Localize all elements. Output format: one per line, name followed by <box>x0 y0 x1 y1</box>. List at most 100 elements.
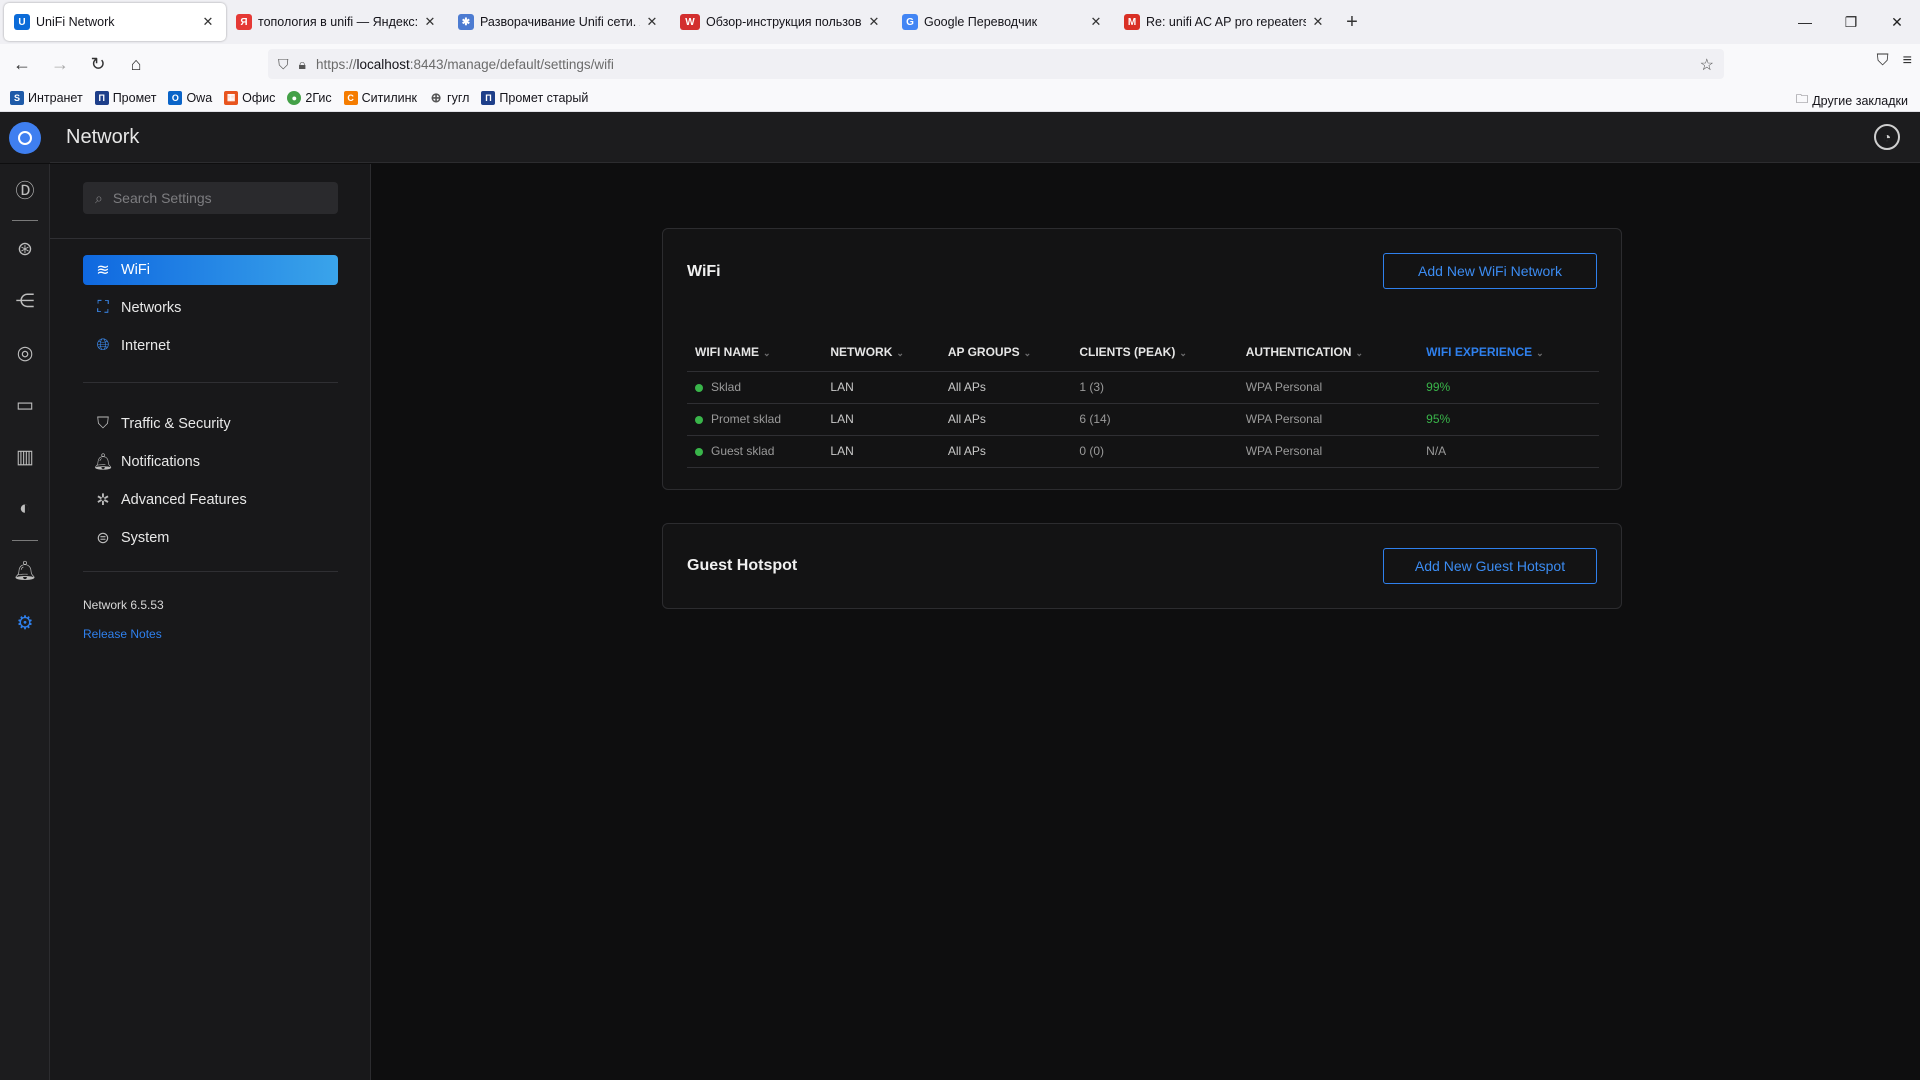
bookmark[interactable]: S Интранет <box>10 90 83 105</box>
citilink-icon: С <box>343 90 358 105</box>
browser-tab[interactable]: U UniFi Network ✕ <box>4 3 226 41</box>
sidebar-divider <box>83 571 338 572</box>
home-icon[interactable]: ⌂ <box>120 48 152 80</box>
browser-tab[interactable]: W Обзор-инструкция пользовате ✕ <box>670 3 892 41</box>
shield-icon[interactable]: ⛉ <box>278 56 289 73</box>
column-header[interactable]: CLIENTS (PEAK) ⌄ <box>1071 333 1238 372</box>
browser-tab[interactable]: Я топология в unifi — Яндекс: на ✕ <box>226 3 448 41</box>
bookmark[interactable]: П Промет старый <box>481 90 588 105</box>
restore-icon[interactable]: ❐ <box>1828 0 1874 44</box>
sidebar-divider <box>83 382 338 383</box>
sidebar-item-advanced-features[interactable]: ✲ Advanced Features <box>83 485 338 515</box>
wifi-experience-cell: 99% <box>1418 371 1599 404</box>
user-account-icon[interactable]: ◔ <box>1874 124 1900 150</box>
sidebar-item-label: WiFi <box>121 262 150 278</box>
topology-icon[interactable]: ⋲ <box>12 288 38 314</box>
column-header[interactable]: WIFI NAME ⌄ <box>687 333 823 372</box>
column-header[interactable]: AUTHENTICATION ⌄ <box>1237 333 1419 372</box>
column-header[interactable]: WIFI EXPERIENCE ⌄ <box>1418 333 1599 372</box>
reload-icon[interactable]: ↻ <box>82 48 114 80</box>
browser-tab[interactable]: G Google Переводчик ✕ <box>892 3 1114 41</box>
close-tab-icon[interactable]: ✕ <box>644 14 660 30</box>
bookmark[interactable]: O Owa <box>168 90 212 105</box>
close-window-icon[interactable]: ✕ <box>1874 0 1920 44</box>
system-toggle-icon: ⊜ <box>96 530 110 547</box>
close-tab-icon[interactable]: ✕ <box>866 14 882 30</box>
bookmark[interactable]: П Промет <box>94 90 156 105</box>
gmail-favicon-icon: M <box>1124 14 1140 30</box>
sidebar-item-traffic-security[interactable]: ⛉ Traffic & Security <box>83 409 338 439</box>
rail-divider <box>12 540 38 541</box>
bookmark[interactable]: С Ситилинк <box>343 90 417 105</box>
sidebar-item-notifications[interactable]: 🔔︎ Notifications <box>83 447 338 477</box>
address-bar[interactable]: ⛉ 🔒︎ https://localhost:8443/manage/defau… <box>268 49 1724 79</box>
sidebar-item-label: System <box>121 530 170 546</box>
url-host: localhost <box>356 56 410 72</box>
bookmark[interactable]: ● 2Гис <box>287 90 332 105</box>
browser-tab[interactable]: M Re: unifi AC AP pro repeaters ar ✕ <box>1114 3 1336 41</box>
sidebar-item-system[interactable]: ⊜ System <box>83 523 338 553</box>
office-icon: ▦ <box>224 90 239 105</box>
2gis-icon: ● <box>287 90 302 105</box>
wf-favicon-icon: W <box>680 14 700 30</box>
authentication-cell: WPA Personal <box>1237 403 1419 436</box>
other-bookmarks[interactable]: 🗀 Другие закладки <box>1796 90 1908 111</box>
lock-icon[interactable]: 🔒︎ <box>299 56 306 73</box>
settings-gear-icon[interactable]: ⚙ <box>12 610 38 636</box>
statistics-icon[interactable]: ▥ <box>12 444 38 470</box>
close-tab-icon[interactable]: ✕ <box>1310 14 1326 30</box>
version-label: Network 6.5.53 <box>83 598 164 612</box>
logo-disc-icon <box>9 121 41 154</box>
table-row[interactable]: Guest sklad LAN All APs 0 (0) WPA Person… <box>687 435 1599 468</box>
shield-icon: ⛉ <box>96 415 109 432</box>
sidebar-item-wifi[interactable]: ≋ WiFi <box>83 255 338 285</box>
devices-icon[interactable]: ⊛ <box>12 236 38 262</box>
card-title: WiFi <box>687 263 721 280</box>
yandex-favicon-icon: Я <box>236 14 252 30</box>
status-dot-icon <box>695 415 703 424</box>
clients-cell: 6 (14) <box>1071 403 1238 436</box>
rail-divider <box>12 220 38 221</box>
folder-icon: 🗀 <box>1795 92 1809 106</box>
settings-sidebar: ⌕ ≋ WiFi ⛶ Networks 🌐︎ Internet ⛉ Traffi… <box>50 164 371 1080</box>
bookmark-label: 2Гис <box>305 90 332 105</box>
sidebar-item-networks[interactable]: ⛶ Networks <box>83 293 338 323</box>
insights-icon[interactable]: ◐ <box>12 496 38 522</box>
tab-title: Обзор-инструкция пользовате <box>706 15 862 29</box>
column-header[interactable]: NETWORK ⌄ <box>822 333 940 372</box>
close-tab-icon[interactable]: ✕ <box>200 14 216 30</box>
url-rest: :8443/manage/default/settings/wifi <box>409 56 614 72</box>
table-row[interactable]: Promet sklad LAN All APs 6 (14) WPA Pers… <box>687 403 1599 436</box>
table-row[interactable]: Sklad LAN All APs 1 (3) WPA Personal 99% <box>687 371 1599 404</box>
sidebar-item-internet[interactable]: 🌐︎ Internet <box>83 331 338 361</box>
search-settings[interactable]: ⌕ <box>83 182 338 214</box>
sort-icon: ⌄ <box>1179 347 1187 358</box>
wifi-name-cell: Promet sklad <box>687 403 823 436</box>
bookmark[interactable]: ▦ Офис <box>224 90 275 105</box>
minimize-icon[interactable]: — <box>1782 0 1828 44</box>
app-title: Network <box>66 126 140 148</box>
close-tab-icon[interactable]: ✕ <box>422 14 438 30</box>
bookmark-star-icon[interactable]: ☆ <box>1700 55 1714 75</box>
alerts-bell-icon[interactable]: 🔔︎ <box>12 558 38 584</box>
wifi-table: WIFI NAME ⌄ NETWORK ⌄ AP GROUPS ⌄ CLIENTS (… <box>687 333 1599 468</box>
back-icon[interactable]: ← <box>6 48 38 80</box>
client-devices-icon[interactable]: ▭ <box>12 392 38 418</box>
new-tab-button[interactable]: + <box>1336 6 1368 38</box>
sidebar-item-label: Notifications <box>121 454 200 470</box>
column-header[interactable]: AP GROUPS ⌄ <box>939 333 1072 372</box>
add-wifi-network-button[interactable]: Add New WiFi Network <box>1383 253 1597 289</box>
clients-icon[interactable]: ◎ <box>12 340 38 366</box>
close-tab-icon[interactable]: ✕ <box>1088 14 1104 30</box>
browser-tab[interactable]: ✱ Разворачивание Unifi сети. Лич ✕ <box>448 3 670 41</box>
release-notes-link[interactable]: Release Notes <box>83 627 162 641</box>
unifi-logo[interactable] <box>0 112 50 163</box>
search-input[interactable] <box>112 190 313 206</box>
wifi-icon: ≋ <box>96 262 110 279</box>
bookmark[interactable]: ⊕ гугл <box>429 90 470 105</box>
menu-icon[interactable]: ≡ <box>1903 52 1912 70</box>
pocket-icon[interactable]: ⛉ <box>1877 52 1889 70</box>
dashboard-icon[interactable]: Ⓓ <box>12 176 38 202</box>
add-guest-hotspot-button[interactable]: Add New Guest Hotspot <box>1383 548 1597 584</box>
forward-icon[interactable]: → <box>44 48 76 80</box>
